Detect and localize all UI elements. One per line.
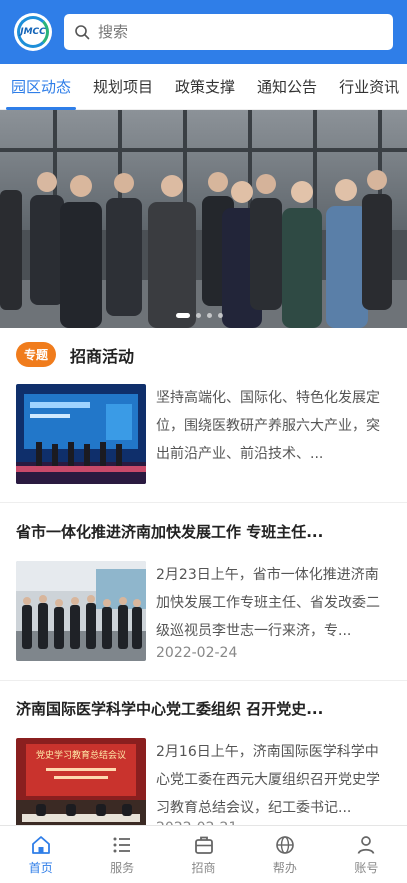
tab-policy-support[interactable]: 政策支撑 (164, 64, 246, 110)
article-summary: 2月23日上午，省市一体化推进济南加快发展工作专班主任、省发改委二级巡视员李世志… (156, 567, 380, 639)
nav-account-label: 账号 (354, 860, 379, 875)
article-thumbnail: 党史学习教育总结会议 (16, 738, 146, 838)
nav-investment[interactable]: 招商 (163, 826, 244, 883)
banner-photo (0, 110, 407, 328)
carousel-dot[interactable] (207, 313, 212, 318)
article-thumbnail (16, 561, 146, 661)
user-icon (357, 835, 375, 854)
search-box[interactable] (64, 14, 393, 50)
tab-industry-news[interactable]: 行业资讯 (328, 64, 407, 110)
thumb-banner-text: 党史学习教育总结会议 (36, 749, 126, 761)
search-input[interactable] (98, 23, 383, 41)
feature-thumbnail (16, 384, 146, 484)
article-date: 2022-02-24 (156, 645, 238, 661)
nav-home[interactable]: 首页 (0, 826, 81, 883)
nav-home-label: 首页 (28, 860, 53, 875)
article-summary: 2月16日上午，济南国际医学科学中心党工委在西元大厦组织召开党史学习教育总结会议… (156, 744, 380, 816)
section-title[interactable]: 招商活动 (70, 343, 134, 367)
carousel-dot-active[interactable] (176, 313, 190, 318)
list-icon (113, 837, 131, 852)
feature-description: 坚持高端化、国际化、特色化发展定位，围绕医教研产养服六大产业，突出前沿产业、前沿… (156, 390, 380, 462)
nav-account[interactable]: 账号 (326, 826, 407, 883)
nav-assist[interactable]: 帮办 (244, 826, 325, 883)
nav-investment-label: 招商 (191, 860, 216, 875)
tab-notices[interactable]: 通知公告 (246, 64, 328, 110)
section-header: 专题 招商活动 (16, 342, 134, 367)
article-headline[interactable]: 济南国际医学科学中心党工委组织 召开党史... (16, 698, 396, 719)
topic-badge: 专题 (16, 342, 57, 367)
globe-icon (276, 835, 294, 854)
logo-text: JMCC (20, 27, 46, 37)
nav-service[interactable]: 服务 (81, 826, 162, 883)
carousel-dot[interactable] (218, 313, 223, 318)
top-header: JMCC (0, 0, 407, 64)
tab-planning-projects[interactable]: 规划项目 (82, 64, 164, 110)
feature-card[interactable]: 坚持高端化、国际化、特色化发展定位，围绕医教研产养服六大产业，突出前沿产业、前沿… (16, 384, 396, 488)
app-screen: JMCC 园区动态 规划项目 政策支撑 通知公告 行业资讯 (0, 0, 407, 883)
bottom-nav: 首页 服务 招商 帮办 账号 (0, 825, 407, 883)
article-headline[interactable]: 省市一体化推进济南加快发展工作 专班主任... (16, 521, 396, 542)
jmcc-logo[interactable]: JMCC (14, 13, 52, 51)
banner-carousel[interactable] (0, 110, 407, 328)
divider (0, 680, 407, 681)
briefcase-icon (194, 836, 213, 854)
carousel-dot[interactable] (196, 313, 201, 318)
article-card[interactable]: 2月23日上午，省市一体化推进济南加快发展工作专班主任、省发改委二级巡视员李世志… (16, 561, 396, 665)
category-tabs: 园区动态 规划项目 政策支撑 通知公告 行业资讯 (0, 64, 407, 110)
home-icon (31, 835, 50, 854)
divider (0, 502, 407, 503)
nav-service-label: 服务 (110, 860, 135, 875)
nav-assist-label: 帮办 (272, 860, 297, 875)
search-icon (75, 25, 90, 40)
tab-park-news[interactable]: 园区动态 (0, 64, 82, 110)
carousel-indicators (176, 313, 223, 318)
